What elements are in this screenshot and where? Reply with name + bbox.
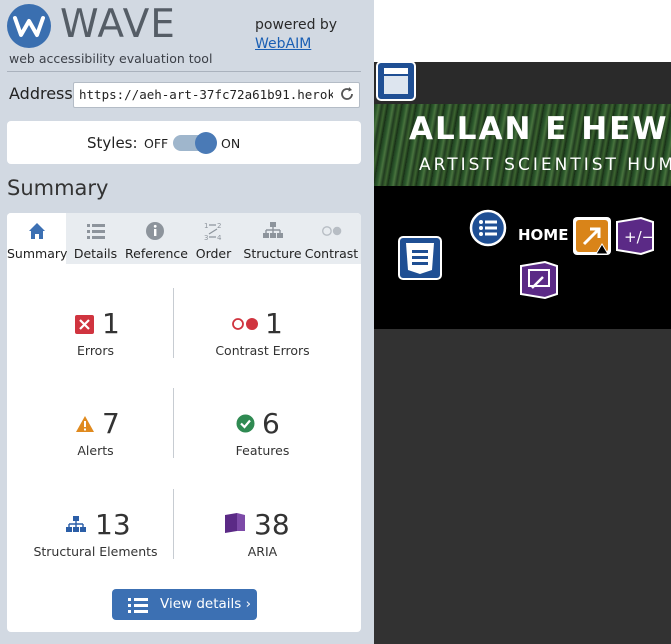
aria-popup-icon[interactable] <box>519 260 559 300</box>
tab-label: Structure <box>243 246 302 261</box>
contrast-errors-count: 1 <box>265 307 283 340</box>
contrast-errors-label: Contrast Errors <box>215 343 310 358</box>
styles-label: Styles: <box>87 134 138 152</box>
tab-label: Order <box>195 246 232 261</box>
summary-heading: Summary <box>7 176 109 200</box>
structure-icon <box>262 222 283 238</box>
structure-marker-icon[interactable] <box>398 236 442 280</box>
stat-contrast-errors[interactable]: 1 Contrast Errors <box>174 307 351 358</box>
svg-text:4: 4 <box>217 234 222 242</box>
powered-by-text: powered by <box>255 17 338 33</box>
redundant-link-alert-icon[interactable] <box>572 216 612 256</box>
features-count: 6 <box>262 407 280 440</box>
contrast-error-icon <box>232 318 258 330</box>
stat-aria[interactable]: 38 ARIA <box>174 508 351 559</box>
summary-panel: Summary Details Reference 1 2 3 4 Order … <box>7 213 361 632</box>
styles-on-label[interactable]: ON <box>221 136 240 151</box>
wave-sidebar: WAVE web accessibility evaluation tool p… <box>0 0 374 644</box>
preview-site-title: ALLAN E HEWIT <box>409 111 671 147</box>
tagline: web accessibility evaluation tool <box>9 51 213 66</box>
alert-icon <box>76 416 94 432</box>
tab-details[interactable]: Details <box>66 213 125 264</box>
home-icon <box>28 223 45 239</box>
reload-icon[interactable] <box>339 86 355 102</box>
tab-contrast[interactable]: Contrast <box>302 213 361 264</box>
structure-icon <box>66 516 86 532</box>
structure-marker-icon[interactable] <box>376 61 416 101</box>
preview-site-subtitle: ARTIST SCIENTIST HUMA <box>419 155 671 175</box>
preview-top-bar <box>374 0 671 62</box>
aria-expanded-icon[interactable]: +/− <box>615 216 655 256</box>
tab-label: Summary <box>7 246 68 261</box>
styles-toggle[interactable] <box>173 132 217 154</box>
tab-label: Contrast <box>304 246 359 261</box>
stat-alerts[interactable]: 7 Alerts <box>7 407 184 458</box>
errors-count: 1 <box>102 307 120 340</box>
stat-errors[interactable]: 1 Errors <box>7 307 184 358</box>
feature-icon <box>236 414 255 433</box>
aria-label: ARIA <box>247 544 278 559</box>
aria-count: 38 <box>254 508 290 541</box>
features-label: Features <box>235 443 290 458</box>
view-details-button[interactable]: View details › <box>112 589 257 620</box>
tab-reference[interactable]: Reference <box>125 213 188 264</box>
address-value[interactable]: https://aeh-art-37fc72a61b91.herokuapp.c… <box>79 87 333 102</box>
tab-order[interactable]: 1 2 3 4 Order <box>184 213 243 264</box>
preview-nav-home[interactable]: HOME <box>518 226 568 244</box>
aria-icon <box>225 513 245 533</box>
preview-hero-banner: ALLAN E HEWIT ARTIST SCIENTIST HUMA <box>374 104 671 186</box>
error-icon <box>75 315 94 334</box>
toggle-knob[interactable] <box>195 132 217 154</box>
svg-text:3: 3 <box>204 234 208 242</box>
svg-text:2: 2 <box>217 222 221 230</box>
structural-count: 13 <box>95 508 131 541</box>
list-icon <box>128 598 148 613</box>
structural-label: Structural Elements <box>33 544 158 559</box>
address-label: Address: <box>9 84 79 103</box>
alerts-label: Alerts <box>77 443 114 458</box>
wave-logo-text[interactable]: WAVE <box>60 2 176 47</box>
order-icon: 1 2 3 4 <box>204 222 222 242</box>
list-marker-icon[interactable] <box>469 209 507 247</box>
tab-summary[interactable]: Summary <box>7 213 68 264</box>
webaim-link[interactable]: WebAIM <box>255 36 311 52</box>
styles-off-label[interactable]: OFF <box>144 136 168 151</box>
view-details-label: View details › <box>160 596 251 612</box>
tab-structure[interactable]: Structure <box>243 213 302 264</box>
tab-label: Reference <box>125 246 188 261</box>
stat-structural-elements[interactable]: 13 Structural Elements <box>7 508 184 559</box>
list-icon <box>86 224 105 239</box>
alerts-count: 7 <box>102 407 120 440</box>
address-input[interactable]: https://aeh-art-37fc72a61b91.herokuapp.c… <box>73 82 360 108</box>
header-divider <box>7 71 361 72</box>
preview-dark-band <box>374 62 671 104</box>
info-icon <box>145 222 164 240</box>
page-preview: ALLAN E HEWIT ARTIST SCIENTIST HUMA HOME <box>374 0 671 644</box>
errors-label: Errors <box>77 343 114 358</box>
tab-label: Details <box>73 246 118 261</box>
styles-toggle-card: Styles: OFF ON <box>7 121 361 164</box>
svg-text:+/−: +/− <box>624 228 654 246</box>
tab-bar: Summary Details Reference 1 2 3 4 Order … <box>7 213 361 264</box>
svg-text:1: 1 <box>204 222 208 230</box>
preview-nav: HOME +/− <box>374 186 671 329</box>
stat-features[interactable]: 6 Features <box>174 407 351 458</box>
contrast-icon <box>321 226 341 236</box>
wave-logo-icon[interactable] <box>7 4 51 48</box>
